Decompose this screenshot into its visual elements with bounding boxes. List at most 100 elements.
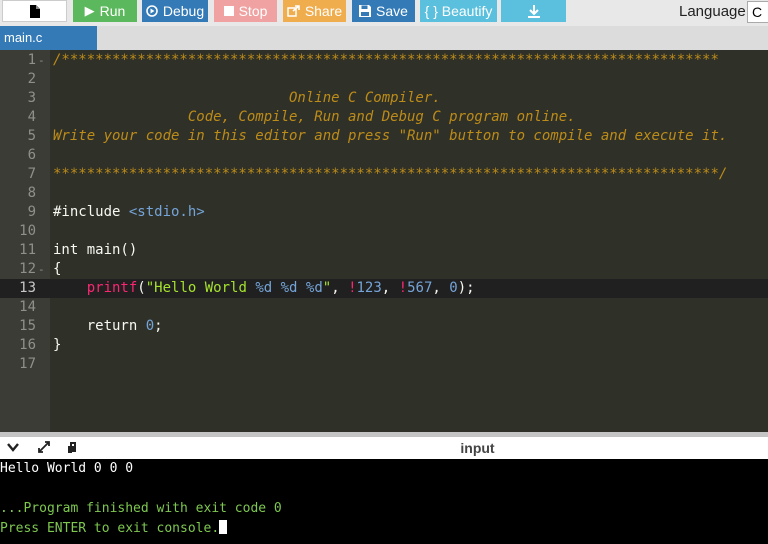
line-number: 8 bbox=[27, 185, 36, 201]
code-token: printf bbox=[86, 280, 138, 296]
code-text: Online C Compiler. bbox=[53, 89, 441, 108]
beautify-button[interactable]: { } Beautify bbox=[420, 0, 497, 22]
code-line[interactable]: 8 bbox=[0, 184, 768, 203]
line-number: 15 bbox=[19, 318, 36, 334]
code-token: <stdio.h> bbox=[128, 204, 205, 220]
code-line[interactable]: 13 printf("Hello World %d %d %d", !123, … bbox=[0, 279, 768, 298]
code-token: Online C Compiler. bbox=[53, 90, 441, 106]
fold-toggle-icon[interactable]: - bbox=[38, 51, 45, 70]
code-line[interactable]: 16} bbox=[0, 336, 768, 355]
code-token: ; bbox=[154, 318, 163, 334]
line-number: 5 bbox=[27, 128, 36, 144]
line-number: 10 bbox=[19, 223, 36, 239]
line-number: 13 bbox=[19, 280, 36, 296]
code-token: %d bbox=[280, 280, 298, 296]
debug-icon bbox=[146, 5, 158, 17]
code-token: "Hello World bbox=[145, 280, 256, 296]
run-button[interactable]: ▶ Run bbox=[73, 0, 137, 22]
language-label: Language bbox=[679, 3, 746, 20]
debug-label: Debug bbox=[162, 3, 205, 19]
code-text: /***************************************… bbox=[53, 51, 719, 70]
tab-bar: main.c bbox=[0, 26, 768, 50]
code-editor[interactable]: 1-/*************************************… bbox=[0, 50, 768, 432]
code-token: " bbox=[322, 280, 332, 296]
line-number: 3 bbox=[27, 90, 36, 106]
code-line[interactable]: 3 Online C Compiler. bbox=[0, 89, 768, 108]
code-text: Code, Compile, Run and Debug C program o… bbox=[53, 108, 576, 127]
code-token: , bbox=[331, 280, 349, 296]
code-text: int main() bbox=[53, 241, 137, 260]
exit-prompt-text: Press ENTER to exit console. bbox=[0, 521, 220, 536]
program-output: Hello World 0 0 0 bbox=[0, 461, 134, 476]
code-token: %d bbox=[255, 280, 273, 296]
line-number: 11 bbox=[19, 242, 36, 258]
download-icon bbox=[527, 4, 540, 18]
code-text: } bbox=[53, 336, 61, 355]
code-token: 567 bbox=[407, 280, 433, 296]
code-token: 0 bbox=[145, 318, 155, 334]
code-text: return 0; bbox=[53, 317, 163, 336]
code-line[interactable]: 9 #include <stdio.h> bbox=[0, 203, 768, 222]
code-token: %d bbox=[305, 280, 323, 296]
save-label: Save bbox=[376, 3, 408, 19]
code-token: ( bbox=[137, 280, 146, 296]
code-line[interactable]: 5 Write your code in this editor and pres… bbox=[0, 127, 768, 146]
code-token: , bbox=[381, 280, 399, 296]
code-line[interactable]: 15 return 0; bbox=[0, 317, 768, 336]
code-token: , bbox=[432, 280, 450, 296]
code-token: Write your code in this editor and press… bbox=[53, 128, 728, 144]
line-number: 14 bbox=[19, 299, 36, 315]
save-button[interactable]: Save bbox=[352, 0, 415, 22]
code-token: Code, Compile, Run and Debug C program o… bbox=[53, 109, 576, 125]
stop-button[interactable]: Stop bbox=[214, 0, 277, 22]
download-button[interactable] bbox=[501, 0, 566, 22]
console-header: input bbox=[0, 437, 768, 459]
beautify-label: { } Beautify bbox=[424, 3, 493, 19]
code-token: } bbox=[53, 337, 62, 353]
code-line[interactable]: 10 bbox=[0, 222, 768, 241]
code-line[interactable]: 14 bbox=[0, 298, 768, 317]
code-token: { bbox=[53, 261, 62, 277]
tab-main-c[interactable]: main.c bbox=[0, 26, 97, 50]
code-token: return bbox=[53, 318, 146, 334]
line-number: 9 bbox=[27, 204, 36, 220]
line-number: 12 bbox=[19, 261, 36, 277]
debug-button[interactable]: Debug bbox=[142, 0, 208, 22]
code-text: Write your code in this editor and press… bbox=[53, 127, 727, 146]
code-line[interactable]: 6 bbox=[0, 146, 768, 165]
code-line[interactable]: 1-/*************************************… bbox=[0, 51, 768, 70]
code-token: 0 bbox=[449, 280, 458, 296]
code-text: #include <stdio.h> bbox=[53, 203, 205, 222]
code-text: ****************************************… bbox=[53, 165, 727, 184]
new-file-button[interactable] bbox=[2, 0, 67, 22]
console-output[interactable]: Hello World 0 0 0 ...Program finished wi… bbox=[0, 459, 768, 544]
console-title[interactable]: input bbox=[0, 440, 768, 456]
run-label: Run bbox=[99, 3, 126, 19]
stop-icon bbox=[223, 6, 234, 16]
code-line[interactable]: 11 int main() bbox=[0, 241, 768, 260]
code-line[interactable]: 4 Code, Compile, Run and Debug C program… bbox=[0, 108, 768, 127]
console-cursor bbox=[219, 520, 228, 534]
code-token: ! bbox=[348, 280, 357, 296]
code-token: /***************************************… bbox=[53, 52, 719, 68]
code-line[interactable]: 2 bbox=[0, 70, 768, 89]
code-token: 123 bbox=[356, 280, 382, 296]
share-button[interactable]: Share bbox=[283, 0, 346, 22]
code-token: int main() bbox=[53, 242, 138, 258]
line-number: 1 bbox=[27, 52, 36, 68]
line-number: 16 bbox=[19, 337, 36, 353]
save-icon bbox=[359, 5, 372, 17]
line-number: 7 bbox=[27, 166, 36, 182]
code-token: #include bbox=[53, 204, 129, 220]
code-line[interactable]: 17 bbox=[0, 355, 768, 374]
line-number: 2 bbox=[27, 71, 36, 87]
share-icon bbox=[287, 5, 300, 17]
exit-status: ...Program finished with exit code 0 bbox=[0, 501, 282, 516]
language-select[interactable]: C bbox=[747, 1, 768, 23]
code-line[interactable]: 7 ***************************************… bbox=[0, 165, 768, 184]
fold-toggle-icon[interactable]: - bbox=[38, 260, 45, 279]
code-line[interactable]: 12-{ bbox=[0, 260, 768, 279]
